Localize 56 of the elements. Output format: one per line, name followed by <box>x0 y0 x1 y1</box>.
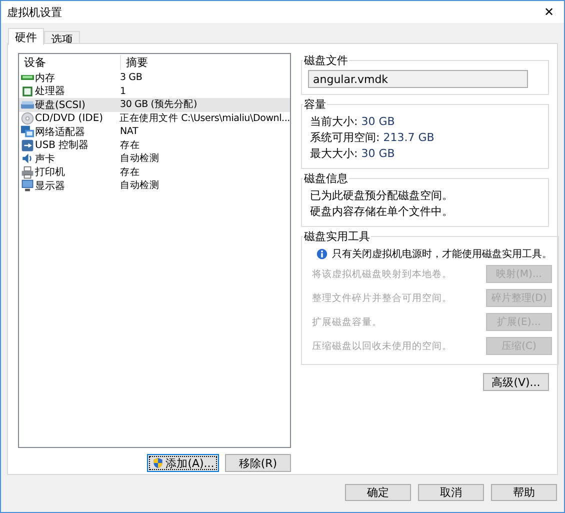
utility-description: 将该虚拟机磁盘映射到本地卷。 <box>312 268 452 280</box>
device-summary: 1 <box>120 86 126 97</box>
dialog-button[interactable]: 帮助 <box>491 484 557 501</box>
group-title: 磁盘文件 <box>303 53 349 68</box>
device-row[interactable]: 显示器 自动检测 <box>19 179 290 192</box>
device-row[interactable]: 处理器 1 <box>19 84 290 98</box>
column-header[interactable]: 摘要 <box>121 55 222 70</box>
device-summary: 30 GB (预先分配) <box>120 98 198 112</box>
capacity-label: 当前大小: <box>310 115 358 128</box>
utility-description: 扩展磁盘容量。 <box>312 316 382 328</box>
advanced-button[interactable]: 高级(V)... <box>483 373 549 391</box>
device-row[interactable]: CD/DVD (IDE) 正在使用文件 C:\Users\mialiu\Downl... <box>19 112 290 125</box>
capacity-value: 30 GB <box>361 115 395 128</box>
file-path-field[interactable]: angular.vmdk <box>308 70 528 88</box>
utility-description: 整理文件碎片并整合可用空间。 <box>312 292 452 304</box>
group-title: 磁盘实用工具 <box>303 229 371 244</box>
device-name: 打印机 <box>35 166 65 180</box>
device-row[interactable]: 硬盘(SCSI) 30 GB (预先分配) <box>19 98 290 112</box>
close-button[interactable]: ✕ <box>534 1 564 23</box>
capacity-value: 30 GB <box>361 147 395 160</box>
device-row[interactable]: 网络适配器 NAT <box>19 125 290 138</box>
list-button[interactable]: 添加(A)... <box>147 454 219 472</box>
device-row[interactable]: 声卡 自动检测 <box>19 152 290 166</box>
device-name: 硬盘(SCSI) <box>35 98 86 112</box>
group-title: 容量 <box>303 97 327 112</box>
device-name: CD/DVD (IDE) <box>35 112 104 124</box>
device-name: 声卡 <box>35 152 55 166</box>
device-summary: 自动检测 <box>120 179 160 192</box>
device-name: 处理器 <box>35 84 65 98</box>
device-row[interactable]: 内存 3 GB <box>19 71 290 84</box>
tab[interactable]: 硬件 <box>8 28 44 45</box>
group-title: 磁盘信息 <box>303 171 349 186</box>
device-name: 内存 <box>35 72 55 85</box>
device-summary: 正在使用文件 C:\Users\mialiu\Downl... <box>120 112 290 125</box>
device-name: USB 控制器 <box>35 138 89 152</box>
device-summary: 3 GB <box>120 72 142 84</box>
window-title: 虚拟机设置 <box>7 4 62 20</box>
info-text: 已为此硬盘预分配磁盘空间。 <box>310 189 453 202</box>
capacity-label: 系统可用空间: <box>310 131 380 144</box>
dialog-button[interactable]: 取消 <box>418 484 484 501</box>
note-text: 只有关闭虚拟机电源时，才能使用磁盘实用工具。 <box>332 248 552 261</box>
device-summary: 存在 <box>120 138 140 152</box>
device-summary: NAT <box>120 126 138 138</box>
capacity-label: 最大大小: <box>310 147 358 160</box>
capacity-value: 213.7 GB <box>383 131 434 144</box>
utility-description: 压缩磁盘以回收未使用的空间。 <box>312 340 452 352</box>
device-summary: 存在 <box>120 166 140 179</box>
device-summary: 自动检测 <box>120 152 160 166</box>
dialog-button[interactable]: 确定 <box>345 484 411 501</box>
device-row[interactable]: 打印机 存在 <box>19 166 290 179</box>
device-name: 网络适配器 <box>35 126 85 139</box>
column-header[interactable]: 设备 <box>19 55 121 70</box>
device-row[interactable]: USB 控制器 存在 <box>19 138 290 152</box>
list-button[interactable]: 移除(R) <box>225 454 291 472</box>
info-text: 硬盘内容存储在单个文件中。 <box>310 205 453 218</box>
device-name: 显示器 <box>35 180 65 193</box>
